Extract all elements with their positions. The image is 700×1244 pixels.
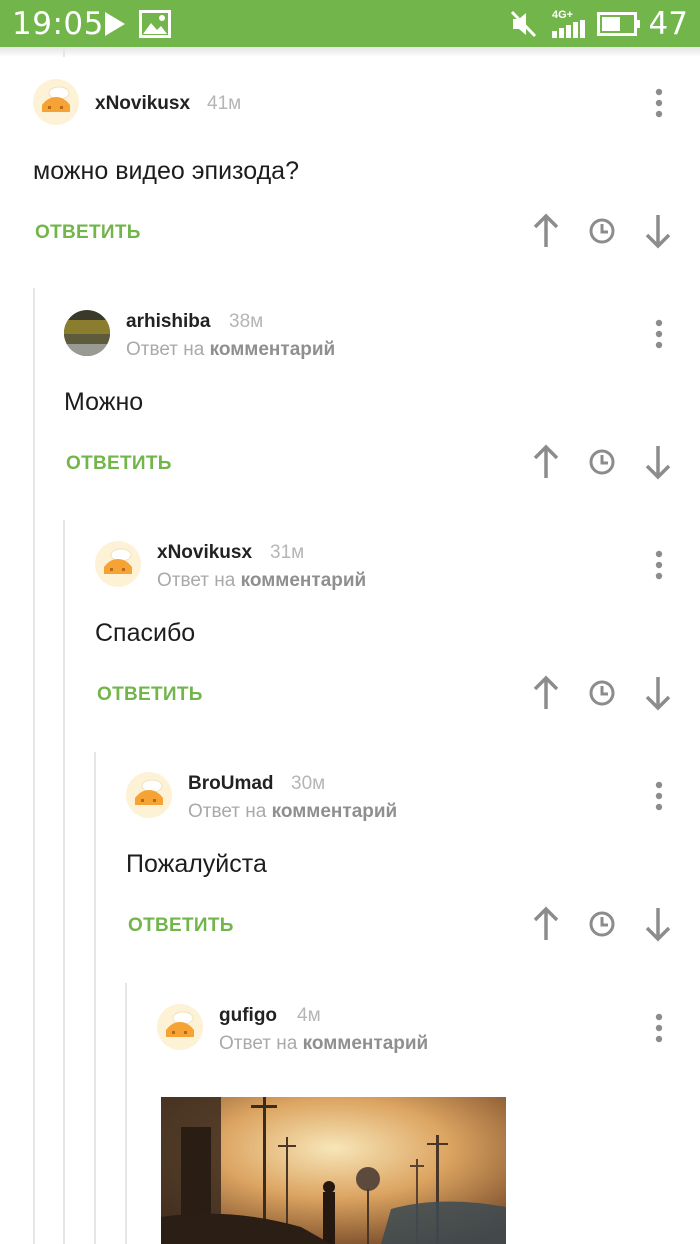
author-name[interactable]: gufigo xyxy=(219,1005,277,1027)
reply-to-link[interactable]: комментарий xyxy=(272,801,398,822)
reply-button[interactable]: ОТВЕТИТЬ xyxy=(66,453,172,475)
more-vert-icon[interactable] xyxy=(655,88,663,118)
more-vert-icon[interactable] xyxy=(655,319,663,349)
reply-to-link[interactable]: комментарий xyxy=(303,1033,429,1054)
scene-photo xyxy=(161,1097,506,1244)
clock-icon[interactable] xyxy=(585,675,619,711)
battery-level: 47 xyxy=(648,6,688,42)
signal-icon xyxy=(552,20,585,38)
comment-time: 38м xyxy=(229,311,264,332)
status-bar: 19:05 4G+ 47 xyxy=(0,0,700,47)
arrow-down-icon[interactable] xyxy=(641,675,675,711)
author-name[interactable]: xNovikusx xyxy=(157,542,252,564)
mute-icon xyxy=(511,10,537,38)
more-vert-icon[interactable] xyxy=(655,1013,663,1043)
thread-line xyxy=(125,983,127,1244)
reply-to-info: Ответ на комментарий xyxy=(157,570,367,591)
arrow-up-icon[interactable] xyxy=(529,906,563,942)
reply-button[interactable]: ОТВЕТИТЬ xyxy=(128,915,234,937)
arrow-up-icon[interactable] xyxy=(529,213,563,249)
arrow-down-icon[interactable] xyxy=(641,444,675,480)
reply-to-link[interactable]: комментарий xyxy=(241,570,367,591)
comment-text: Спасибо xyxy=(95,619,196,647)
play-icon xyxy=(105,12,125,36)
comment-image[interactable] xyxy=(161,1097,506,1244)
thread-line xyxy=(33,288,35,1244)
author-name[interactable]: arhishiba xyxy=(126,311,210,333)
thread-line xyxy=(94,752,96,1244)
thread-line xyxy=(63,47,65,57)
status-time: 19:05 xyxy=(12,6,104,42)
clock-icon[interactable] xyxy=(585,444,619,480)
avatar[interactable] xyxy=(33,79,79,125)
reply-to-info: Ответ на комментарий xyxy=(219,1033,429,1054)
reply-to-info: Ответ на комментарий xyxy=(188,801,398,822)
author-name[interactable]: BroUmad xyxy=(188,773,274,795)
arrow-down-icon[interactable] xyxy=(641,906,675,942)
reply-button[interactable]: ОТВЕТИТЬ xyxy=(35,222,141,244)
reply-to-info: Ответ на комментарий xyxy=(126,339,336,360)
comment-time: 4м xyxy=(297,1005,321,1026)
comment-time: 41м xyxy=(207,93,242,114)
avatar[interactable] xyxy=(157,1004,203,1050)
comment-text: Пожалуйста xyxy=(126,850,267,878)
avatar[interactable] xyxy=(64,310,110,356)
image-icon xyxy=(139,10,171,38)
author-name[interactable]: xNovikusx xyxy=(95,93,190,115)
default-avatar-icon xyxy=(42,86,70,112)
arrow-up-icon[interactable] xyxy=(529,675,563,711)
comment-time: 31м xyxy=(270,542,305,563)
reply-button[interactable]: ОТВЕТИТЬ xyxy=(97,684,203,706)
default-avatar-icon xyxy=(166,1011,194,1037)
status-shadow xyxy=(0,47,700,57)
comment-time: 30м xyxy=(291,773,326,794)
default-avatar-icon xyxy=(135,779,163,805)
comment-text: Можно xyxy=(64,388,144,416)
comment-text: можно видео эпизода? xyxy=(33,157,299,185)
user-avatar-image xyxy=(64,310,110,356)
thread-line xyxy=(63,520,65,1244)
reply-to-link[interactable]: комментарий xyxy=(210,339,336,360)
avatar[interactable] xyxy=(95,541,141,587)
more-vert-icon[interactable] xyxy=(655,781,663,811)
default-avatar-icon xyxy=(104,548,132,574)
clock-icon[interactable] xyxy=(585,213,619,249)
more-vert-icon[interactable] xyxy=(655,550,663,580)
avatar[interactable] xyxy=(126,772,172,818)
clock-icon[interactable] xyxy=(585,906,619,942)
arrow-up-icon[interactable] xyxy=(529,444,563,480)
arrow-down-icon[interactable] xyxy=(641,213,675,249)
battery-icon xyxy=(597,12,640,36)
